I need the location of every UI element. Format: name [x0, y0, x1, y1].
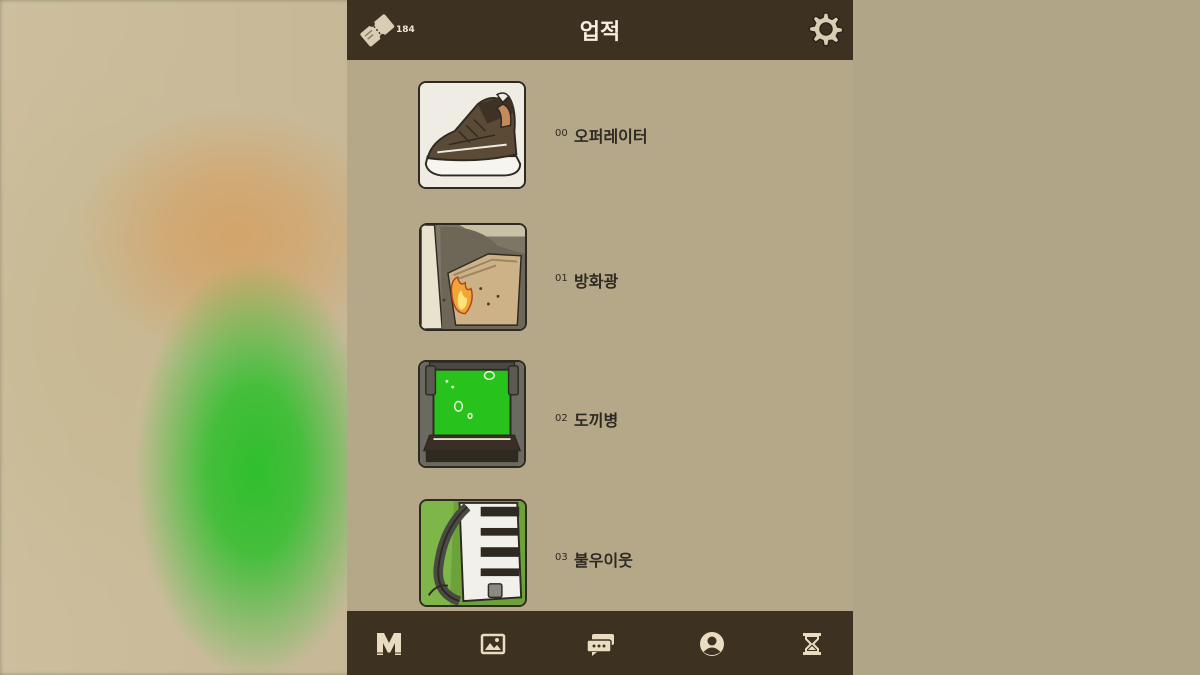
gear-icon — [808, 12, 844, 47]
achievement-item[interactable]: 01 방화광 — [347, 223, 853, 335]
burning-paper-image — [419, 223, 527, 331]
achievement-item[interactable]: 03 불우이웃 — [347, 499, 853, 611]
achievement-item[interactable]: 02 도끼병 — [347, 360, 853, 472]
bottom-nav — [347, 611, 853, 675]
achievement-number: 01 — [555, 273, 568, 284]
chat-icon — [586, 634, 614, 656]
achievement-name: 오퍼레이터 — [574, 127, 648, 146]
nav-gallery-button[interactable] — [478, 629, 508, 659]
profile-icon — [700, 632, 724, 656]
sneaker-image — [418, 81, 526, 189]
achievement-name: 불우이웃 — [574, 551, 633, 570]
achievement-number: 00 — [555, 128, 568, 139]
nav-chat-button[interactable] — [584, 629, 618, 659]
m-logo-icon — [377, 633, 401, 655]
achievements-screen: 184 업적 00 오퍼레이터 01 방화광 02 도끼병 03 불우이웃 — [347, 0, 853, 675]
achievement-number: 03 — [555, 552, 568, 563]
nav-history-button[interactable] — [797, 629, 827, 659]
nav-home-button[interactable] — [374, 629, 404, 659]
achievement-number: 02 — [555, 413, 568, 424]
gallery-icon — [480, 633, 506, 655]
achievement-list[interactable]: 00 오퍼레이터 01 방화광 02 도끼병 03 불우이웃 — [347, 60, 853, 611]
achievement-item[interactable]: 00 오퍼레이터 — [347, 81, 853, 193]
nav-profile-button[interactable] — [697, 629, 727, 659]
settings-button[interactable] — [807, 10, 845, 48]
achievement-name: 도끼병 — [574, 411, 619, 430]
achievement-name: 방화광 — [574, 272, 619, 291]
page-title: 업적 — [579, 20, 621, 45]
right-background — [853, 0, 1200, 675]
backpack-image — [419, 499, 527, 607]
green-capsule-image — [418, 360, 526, 468]
top-bar: 184 업적 — [347, 0, 853, 60]
hourglass-icon — [803, 633, 821, 655]
